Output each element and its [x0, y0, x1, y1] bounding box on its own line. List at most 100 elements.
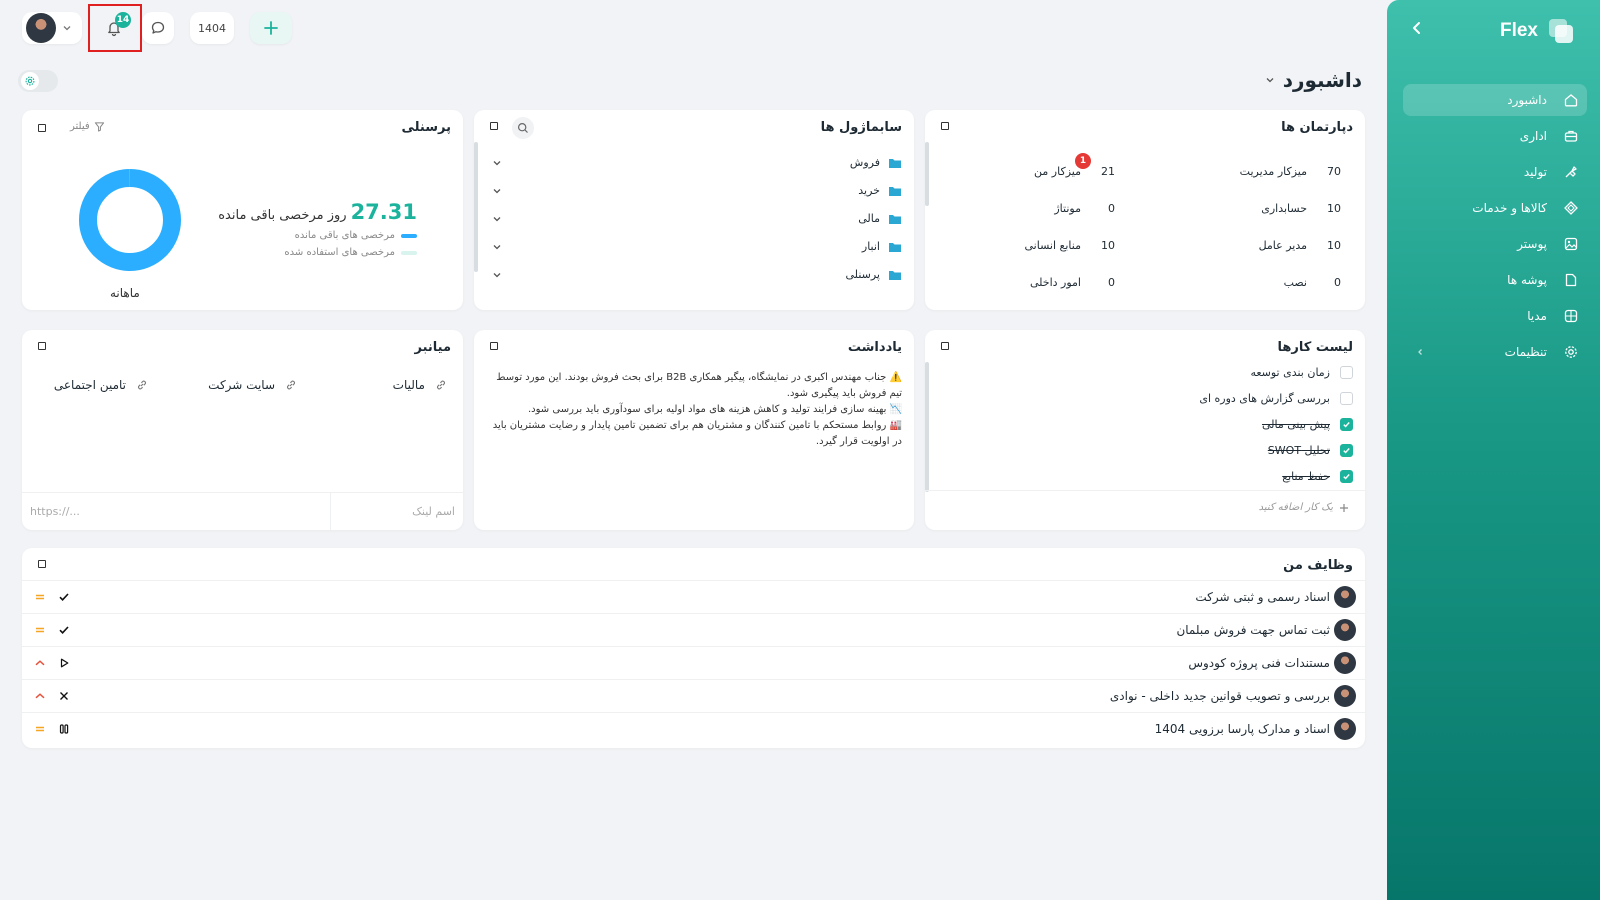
sidebar-item-products[interactable]: کالاها و خدمات	[1403, 192, 1587, 224]
check-icon[interactable]	[58, 591, 70, 603]
submodule-item[interactable]: پرسنلی	[492, 268, 902, 281]
sidebar-item-media[interactable]: مدیا	[1403, 300, 1587, 332]
leave-days-label: روز مرخصی باقی مانده	[218, 208, 347, 223]
scrollbar[interactable]	[474, 142, 478, 272]
department-count-value: 21	[1101, 165, 1115, 178]
task-row[interactable]: اسناد و مدارک پارسا برزویی 1404	[22, 712, 1365, 745]
legend-swatch	[401, 233, 417, 238]
todo-checkbox[interactable]	[1340, 470, 1353, 483]
department-item[interactable]: 10 حسابداری	[1261, 202, 1341, 215]
filter-button[interactable]: فیلتر	[70, 121, 105, 132]
sidebar-collapse-button[interactable]	[1407, 18, 1427, 38]
add-button[interactable]	[250, 12, 292, 44]
task-row[interactable]: ثبت تماس جهت فروش مبلمان	[22, 613, 1365, 646]
card-menu-icon[interactable]	[38, 124, 46, 132]
department-item[interactable]: 10 منابع انسانی	[1025, 239, 1116, 252]
todo-title: لیست کارها	[1277, 340, 1353, 355]
department-count: 10	[1327, 202, 1341, 215]
sidebar-item-office[interactable]: اداری	[1403, 120, 1587, 152]
scrollbar[interactable]	[925, 362, 929, 492]
check-icon	[1343, 422, 1350, 428]
submodule-item[interactable]: مالی	[492, 212, 902, 225]
submodule-label: مالی	[858, 212, 880, 225]
shortcut-label: تامین اجتماعی	[53, 378, 126, 392]
folder-icon	[889, 186, 901, 196]
todo-checkbox[interactable]	[1340, 366, 1353, 379]
sidebar-item-folders[interactable]: پوشه ها	[1403, 264, 1587, 296]
link-name-input[interactable]: اسم لینک	[331, 492, 463, 530]
close-icon[interactable]	[58, 690, 70, 702]
legend-remaining: مرخصی های باقی مانده	[295, 230, 417, 241]
chevron-down-icon[interactable]	[492, 186, 502, 196]
check-icon	[1343, 474, 1350, 480]
note-title: یادداشت	[847, 340, 902, 355]
chevron-left-icon	[1418, 349, 1422, 355]
note-body[interactable]: ⚠️ جناب مهندس اکبری در نمایشگاه، پیگیر ه…	[488, 370, 902, 450]
todo-item[interactable]: بررسی گزارش های دوره ای	[1199, 392, 1353, 405]
link-icon	[138, 380, 146, 390]
check-icon[interactable]	[58, 624, 70, 636]
year-selector[interactable]: 1404	[190, 12, 234, 44]
user-menu[interactable]	[22, 12, 82, 44]
scrollbar[interactable]	[925, 142, 929, 206]
submodule-item[interactable]: فروش	[492, 156, 902, 169]
sidebar-item-settings[interactable]: تنظیمات	[1403, 336, 1587, 368]
department-item[interactable]: 70 میزکار مدیریت	[1240, 165, 1341, 178]
todo-card: لیست کارها زمان بندی توسعه بررسی گزارش ه…	[925, 330, 1365, 530]
task-name: اسناد رسمی و ثبتی شرکت	[1195, 590, 1330, 604]
play-icon[interactable]	[58, 657, 70, 669]
card-menu-icon[interactable]	[490, 342, 498, 350]
submodule-item[interactable]: انبار	[492, 240, 902, 253]
card-menu-icon[interactable]	[941, 342, 949, 350]
card-menu-icon[interactable]	[38, 560, 46, 568]
add-todo-input[interactable]: یک کار اضافه کنید	[1259, 502, 1349, 513]
todo-label: تحلیل SWOT	[1267, 444, 1330, 457]
avatar	[26, 13, 56, 43]
card-menu-icon[interactable]	[941, 122, 949, 130]
card-menu-icon[interactable]	[38, 342, 46, 350]
chevron-down-icon[interactable]	[492, 242, 502, 252]
card-menu-icon[interactable]	[490, 122, 498, 130]
shortcut-link[interactable]: تامین اجتماعی	[54, 378, 148, 392]
task-row[interactable]: اسناد رسمی و ثبتی شرکت	[22, 580, 1365, 613]
avatar	[1334, 718, 1356, 740]
task-row[interactable]: مستندات فنی پروژه کودوس	[22, 646, 1365, 679]
shortcut-link[interactable]: مالیات	[393, 378, 447, 392]
shortcut-label: مالیات	[392, 378, 425, 392]
todo-checkbox[interactable]	[1340, 444, 1353, 457]
chevron-down-icon[interactable]	[492, 270, 502, 280]
department-item[interactable]: 21 1 میزکار من	[1034, 153, 1115, 178]
search-button[interactable]	[512, 117, 534, 139]
todo-label: حفظ منابع	[1282, 470, 1330, 483]
chevron-down-icon[interactable]	[492, 158, 502, 168]
sidebar-item-production[interactable]: تولید	[1403, 156, 1587, 188]
settings-toggle[interactable]	[18, 70, 58, 92]
todo-checkbox[interactable]	[1340, 418, 1353, 431]
box-icon	[1564, 201, 1578, 215]
todo-item[interactable]: حفظ منابع	[1282, 470, 1353, 483]
department-item[interactable]: 10 مدیر عامل	[1259, 239, 1341, 252]
priority-high-icon	[35, 693, 45, 699]
shortcut-link[interactable]: سایت شرکت	[208, 378, 297, 392]
period-label: ماهانه	[110, 286, 140, 300]
avatar	[1334, 619, 1356, 641]
todo-item[interactable]: تحلیل SWOT	[1268, 444, 1353, 457]
pause-icon[interactable]	[58, 723, 70, 735]
todo-checkbox[interactable]	[1340, 392, 1353, 405]
page-title-dropdown[interactable]: داشبورد	[1265, 68, 1362, 92]
gear-icon	[25, 76, 35, 86]
sidebar-item-label: کالاها و خدمات	[1472, 201, 1547, 215]
todo-item[interactable]: پیش بینی مالی	[1262, 418, 1353, 431]
chevron-down-icon[interactable]	[492, 214, 502, 224]
department-item[interactable]: 0 مونتاژ	[1054, 202, 1115, 215]
department-item[interactable]: 0 نصب	[1284, 276, 1341, 289]
task-name: بررسی و تصویب قوانین جدید داخلی - نوادی	[1109, 689, 1330, 703]
todo-item[interactable]: زمان بندی توسعه	[1250, 366, 1353, 379]
sidebar-item-poster[interactable]: پوستر	[1403, 228, 1587, 260]
link-url-input[interactable]: https://...	[22, 492, 331, 530]
sidebar-item-dashboard[interactable]: داشبورد	[1403, 84, 1587, 116]
department-item[interactable]: 0 امور داخلی	[1030, 276, 1115, 289]
submodule-item[interactable]: خرید	[492, 184, 902, 197]
chat-button[interactable]	[142, 12, 174, 44]
task-row[interactable]: بررسی و تصویب قوانین جدید داخلی - نوادی	[22, 679, 1365, 712]
